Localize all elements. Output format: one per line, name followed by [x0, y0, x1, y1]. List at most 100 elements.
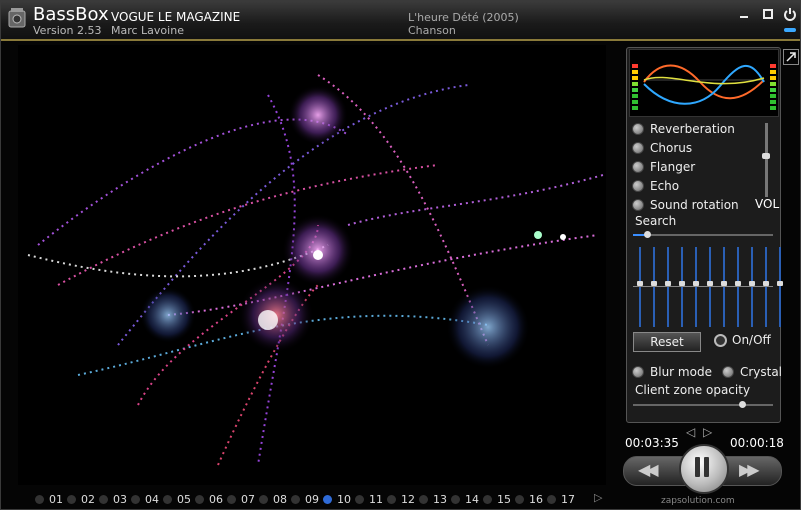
radio-button[interactable] — [632, 366, 644, 378]
pause-icon[interactable] — [694, 457, 710, 477]
radio-button[interactable] — [721, 366, 734, 378]
equalizer-band[interactable] — [707, 247, 713, 327]
equalizer-band-track — [653, 247, 655, 327]
playlist-track[interactable]: 17 — [547, 493, 579, 506]
reset-button[interactable]: Reset — [633, 332, 701, 352]
playlist-track[interactable]: 04 — [131, 493, 163, 506]
track-dot[interactable] — [131, 494, 140, 504]
equalizer-band-thumb[interactable] — [777, 281, 783, 286]
playlist-track[interactable]: 14 — [451, 493, 483, 506]
equalizer-band[interactable] — [651, 247, 657, 327]
effect-flanger[interactable]: Flanger — [632, 157, 739, 176]
effect-echo[interactable]: Echo — [632, 176, 739, 195]
effect-sound-rotation[interactable]: Sound rotation — [632, 195, 739, 214]
search-thumb[interactable] — [644, 231, 651, 238]
maximize-icon[interactable] — [761, 7, 775, 21]
equalizer-band[interactable] — [763, 247, 769, 327]
playlist-track[interactable]: 09 — [291, 493, 323, 506]
track-number: 16 — [529, 492, 543, 506]
effect-reverberation[interactable]: Reverberation — [632, 119, 739, 138]
effect-chorus[interactable]: Chorus — [632, 138, 739, 157]
track-dot[interactable] — [547, 494, 556, 504]
track-dot[interactable] — [195, 494, 204, 504]
radio-button[interactable] — [632, 160, 644, 173]
equalizer-band[interactable] — [777, 247, 783, 327]
radio-button[interactable] — [632, 122, 644, 135]
option-crystal[interactable]: Crystal — [721, 365, 782, 379]
fast-forward-button[interactable]: ▶▶ — [739, 460, 760, 479]
watermark: zapsolution.com — [661, 496, 735, 506]
opacity-slider[interactable] — [633, 404, 773, 406]
track-number: 10 — [337, 492, 351, 506]
playlist-track[interactable]: 10 — [323, 493, 355, 506]
playlist: 01 02 03 04 05 06 07 08 09 10 11 12 13 14 15 16 17 — [35, 491, 579, 507]
visualization-canvas — [18, 45, 606, 485]
track-dot[interactable] — [355, 494, 364, 504]
playlist-next-icon[interactable]: ▷ — [594, 491, 602, 504]
track-dot[interactable] — [515, 494, 524, 504]
track-dot[interactable] — [227, 494, 236, 504]
equalizer-band[interactable] — [735, 247, 741, 327]
equalizer — [633, 247, 783, 327]
option-label: Blur mode — [650, 365, 712, 379]
track-dot[interactable] — [387, 494, 396, 504]
playlist-track[interactable]: 11 — [355, 493, 387, 506]
artist-name: Marc Lavoine — [111, 24, 184, 37]
track-number: 11 — [369, 492, 383, 506]
rewind-button[interactable]: ◀◀ — [638, 460, 659, 479]
equalizer-band[interactable] — [679, 247, 685, 327]
volume-thumb[interactable] — [762, 153, 770, 160]
track-dot[interactable] — [451, 494, 460, 504]
previous-track-icon[interactable]: ◁ — [686, 425, 695, 439]
minimize-icon[interactable] — [737, 7, 751, 21]
track-dot[interactable] — [483, 494, 492, 504]
equalizer-band-track — [737, 247, 739, 327]
radio-button[interactable] — [632, 198, 644, 211]
playlist-track[interactable]: 15 — [483, 493, 515, 506]
radio-button[interactable] — [714, 333, 727, 347]
app-icon — [8, 8, 26, 28]
title-bar[interactable]: BassBox Version 2.53 VOGUE LE MAGAZINE M… — [1, 1, 800, 41]
track-dot[interactable] — [163, 494, 172, 504]
effect-label: Echo — [650, 178, 680, 193]
equalizer-toggle[interactable]: On/Off — [714, 333, 771, 347]
next-track-icon[interactable]: ▷ — [703, 425, 712, 439]
radio-button[interactable] — [632, 179, 644, 192]
playlist-track[interactable]: 05 — [163, 493, 195, 506]
track-dot[interactable] — [291, 494, 300, 504]
playlist-track[interactable]: 01 — [35, 493, 67, 506]
equalizer-band-track — [681, 247, 683, 327]
playlist-track[interactable]: 07 — [227, 493, 259, 506]
remaining-time: 00:00:18 — [730, 436, 784, 450]
search-slider[interactable] — [633, 234, 773, 236]
track-dot[interactable] — [323, 494, 332, 504]
expand-icon[interactable] — [783, 49, 799, 65]
playlist-track[interactable]: 08 — [259, 493, 291, 506]
track-dot[interactable] — [99, 494, 108, 504]
playlist-track[interactable]: 16 — [515, 493, 547, 506]
equalizer-band[interactable] — [665, 247, 671, 327]
volume-slider[interactable] — [765, 123, 768, 197]
track-number: 03 — [113, 492, 127, 506]
power-icon[interactable] — [783, 7, 797, 21]
equalizer-band[interactable] — [721, 247, 727, 327]
equalizer-band[interactable] — [693, 247, 699, 327]
track-number: 13 — [433, 492, 447, 506]
radio-button[interactable] — [632, 141, 644, 154]
playlist-track[interactable]: 13 — [419, 493, 451, 506]
playlist-track[interactable]: 03 — [99, 493, 131, 506]
option-blur-mode[interactable]: Blur mode — [632, 365, 712, 379]
playlist-track[interactable]: 06 — [195, 493, 227, 506]
track-dot[interactable] — [419, 494, 428, 504]
playlist-track[interactable]: 12 — [387, 493, 419, 506]
track-dot[interactable] — [35, 494, 44, 504]
track-dot[interactable] — [67, 494, 76, 504]
equalizer-band[interactable] — [749, 247, 755, 327]
track-dot[interactable] — [259, 494, 268, 504]
track-number: 04 — [145, 492, 159, 506]
track-number: 05 — [177, 492, 191, 506]
app-version: Version 2.53 — [33, 24, 102, 37]
playlist-track[interactable]: 02 — [67, 493, 99, 506]
equalizer-band[interactable] — [637, 247, 643, 327]
track-number: 14 — [465, 492, 479, 506]
